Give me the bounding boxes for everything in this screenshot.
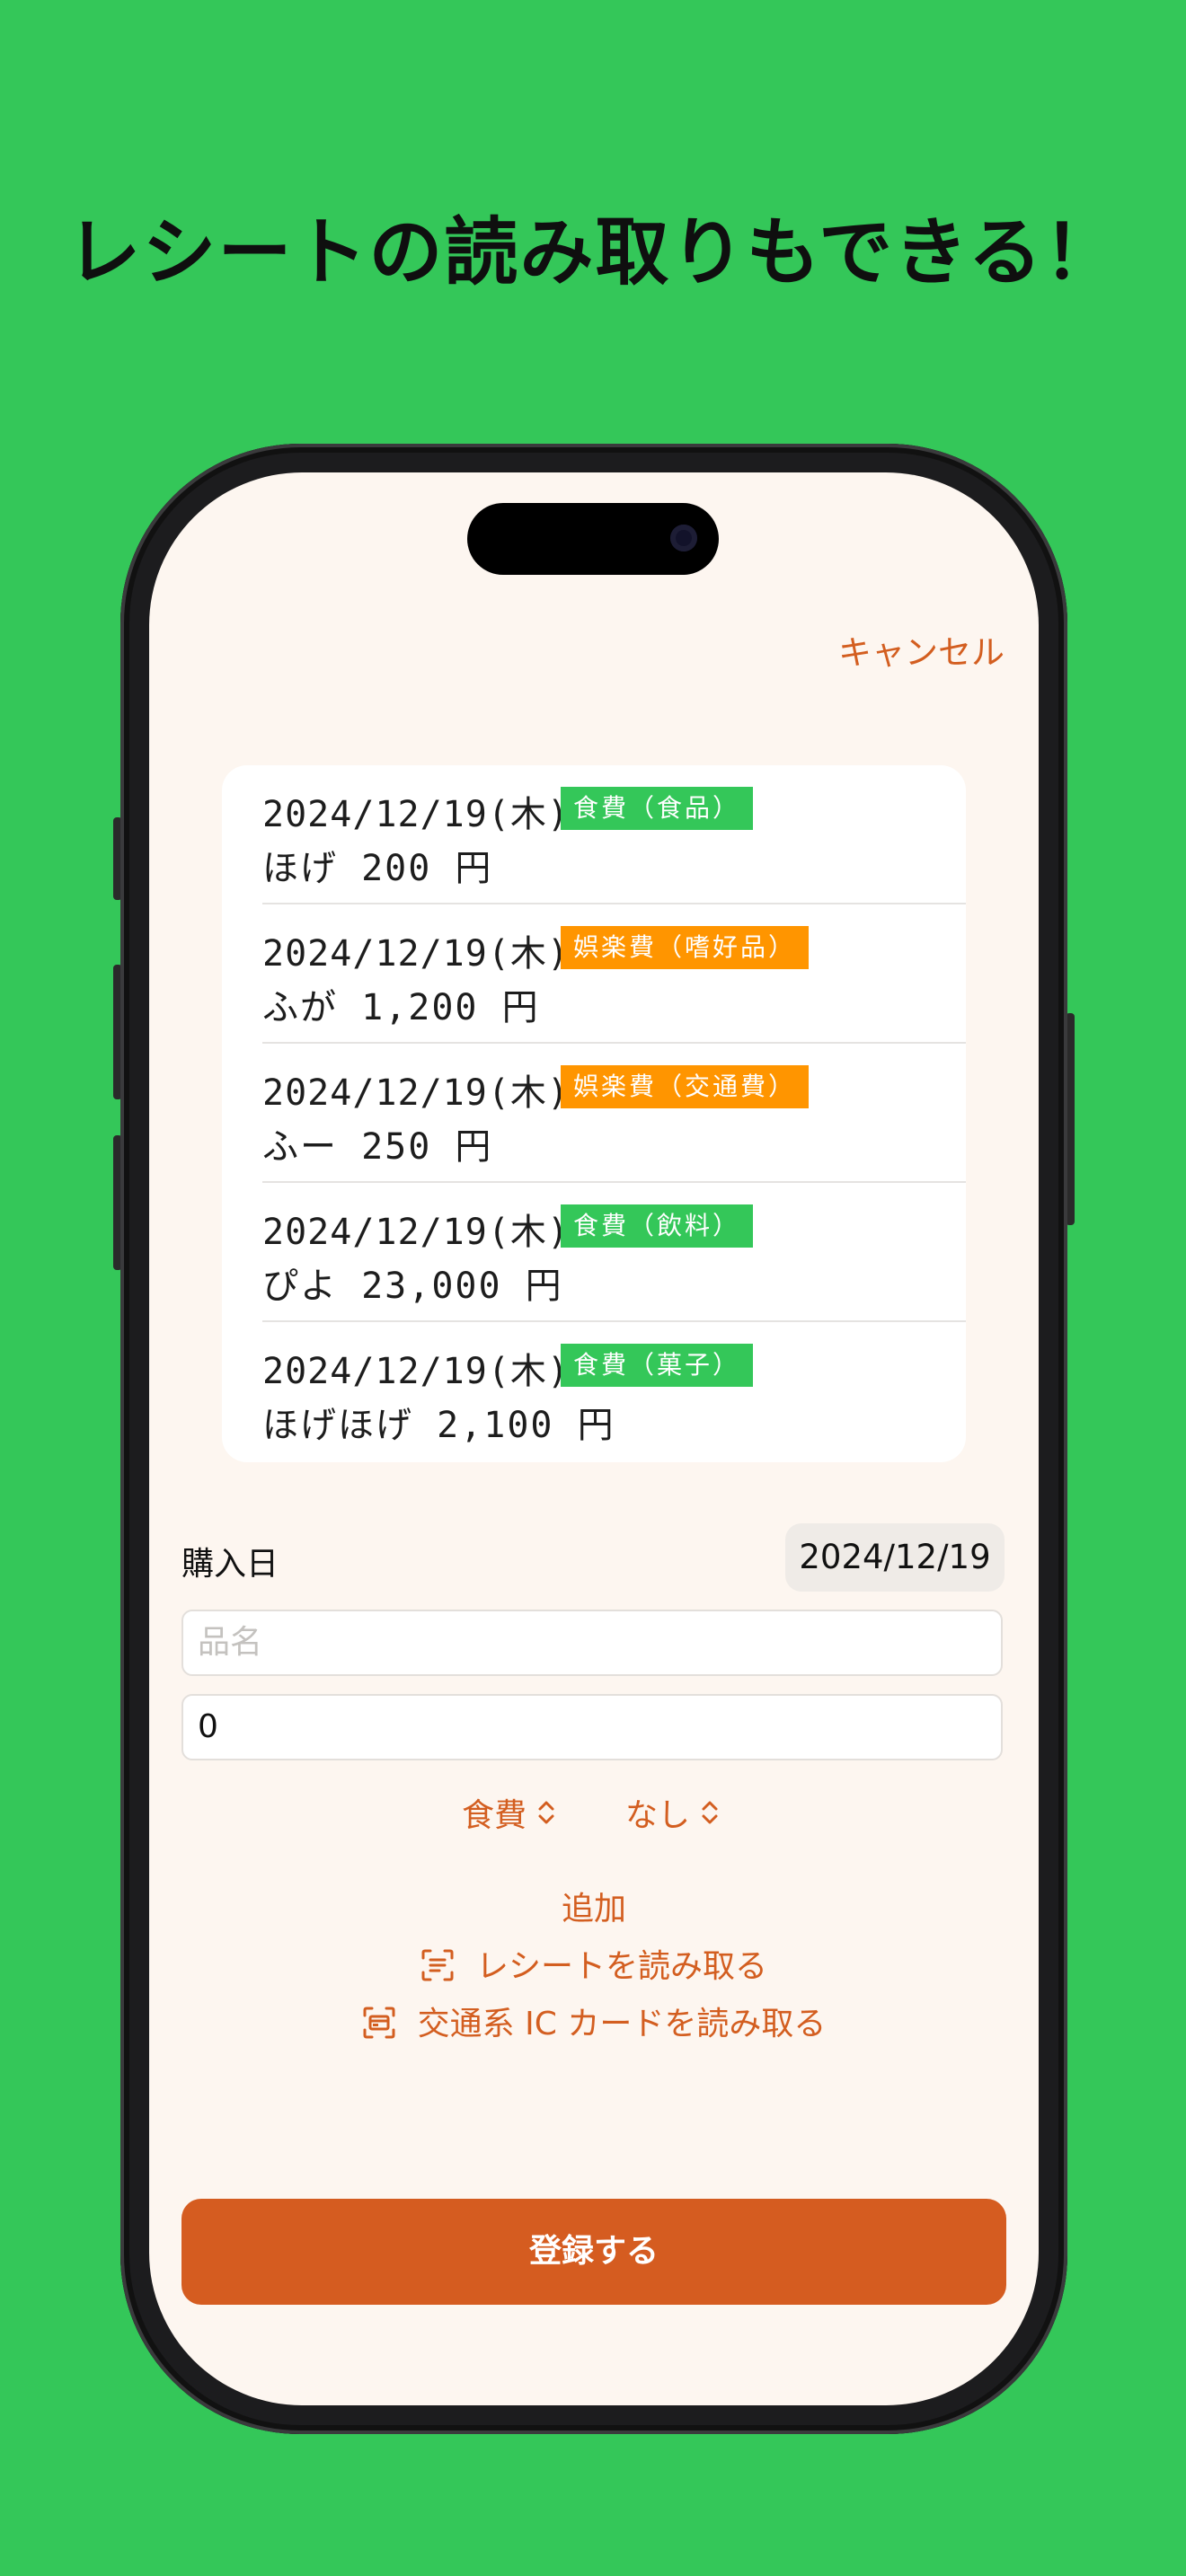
camera-icon bbox=[670, 525, 697, 551]
card-viewfinder-icon bbox=[363, 2007, 395, 2039]
category-tag: 食費（飲料） bbox=[561, 1204, 754, 1248]
category-picker[interactable]: 食費 bbox=[462, 1789, 555, 1836]
entry-date: 2024/12/19(木) bbox=[262, 933, 570, 975]
add-button[interactable]: 追加 bbox=[149, 1883, 1039, 1929]
entry-row[interactable]: 2024/12/19(木) 食費（飲料） ぴよ 23,000 円 bbox=[262, 1183, 966, 1322]
entry-row[interactable]: 2024/12/19(木) 食費（食品） ほげ 200 円 bbox=[262, 765, 966, 904]
category-tag: 食費（食品） bbox=[561, 787, 754, 830]
doc-viewfinder-icon bbox=[421, 1949, 454, 1981]
category-tag: 食費（菓子） bbox=[561, 1344, 754, 1387]
category-tag: 娯楽費（交通費） bbox=[561, 1065, 810, 1108]
purchase-date-label: 購入日 bbox=[181, 1546, 279, 1583]
category-tag: 娯楽費（嗜好品） bbox=[561, 926, 810, 969]
phone-screen: キャンセル 2024/12/19(木) 食費（食品） ほげ 200 円 2024/12… bbox=[149, 472, 1039, 2405]
amount-input[interactable] bbox=[198, 1708, 1001, 1745]
entry-item: ほげ 200 円 bbox=[262, 848, 493, 889]
promo-headline: レシートの読み取りもできる！ bbox=[66, 210, 1120, 296]
scan-receipt-label: レシートを読み取る bbox=[475, 1948, 767, 1985]
entry-date: 2024/12/19(木) bbox=[262, 1212, 570, 1253]
cancel-button[interactable]: キャンセル bbox=[838, 625, 1005, 674]
entry-item: ふー 250 円 bbox=[262, 1126, 493, 1168]
entry-date: 2024/12/19(木) bbox=[262, 1351, 570, 1392]
entry-date: 2024/12/19(木) bbox=[262, 794, 570, 835]
chevron-up-down-icon bbox=[538, 1801, 554, 1824]
amount-field[interactable] bbox=[181, 1694, 1003, 1760]
category-picker-value: 食費 bbox=[462, 1797, 527, 1834]
entry-row[interactable]: 2024/12/19(木) 娯楽費（交通費） ふー 250 円 bbox=[262, 1044, 966, 1183]
entry-list: 2024/12/19(木) 食費（食品） ほげ 200 円 2024/12/19(木)… bbox=[222, 765, 966, 1462]
chevron-up-down-icon bbox=[702, 1801, 718, 1824]
entry-item: ふが 1,200 円 bbox=[262, 987, 540, 1028]
scan-ic-card-label: 交通系 IC カードを読み取る bbox=[417, 2006, 827, 2042]
entry-item: ほげほげ 2,100 円 bbox=[262, 1405, 615, 1446]
entry-row[interactable]: 2024/12/19(木) 娯楽費（嗜好品） ふが 1,200 円 bbox=[262, 904, 966, 1044]
entry-item: ぴよ 23,000 円 bbox=[262, 1266, 563, 1307]
entry-date: 2024/12/19(木) bbox=[262, 1072, 570, 1114]
item-name-field[interactable] bbox=[181, 1610, 1003, 1676]
subcategory-picker[interactable]: なし bbox=[625, 1789, 719, 1836]
entry-row[interactable]: 2024/12/19(木) 食費（菓子） ほげほげ 2,100 円 bbox=[262, 1322, 966, 1461]
scan-ic-card-button[interactable]: 交通系 IC カードを読み取る bbox=[149, 1998, 1039, 2044]
scan-receipt-button[interactable]: レシートを読み取る bbox=[149, 1940, 1039, 1987]
dynamic-island bbox=[467, 503, 719, 575]
item-name-input[interactable] bbox=[198, 1624, 1001, 1661]
register-button[interactable]: 登録する bbox=[181, 2199, 1006, 2305]
subcategory-picker-value: なし bbox=[625, 1797, 691, 1834]
purchase-date-picker[interactable]: 2024/12/19 bbox=[785, 1523, 1005, 1592]
